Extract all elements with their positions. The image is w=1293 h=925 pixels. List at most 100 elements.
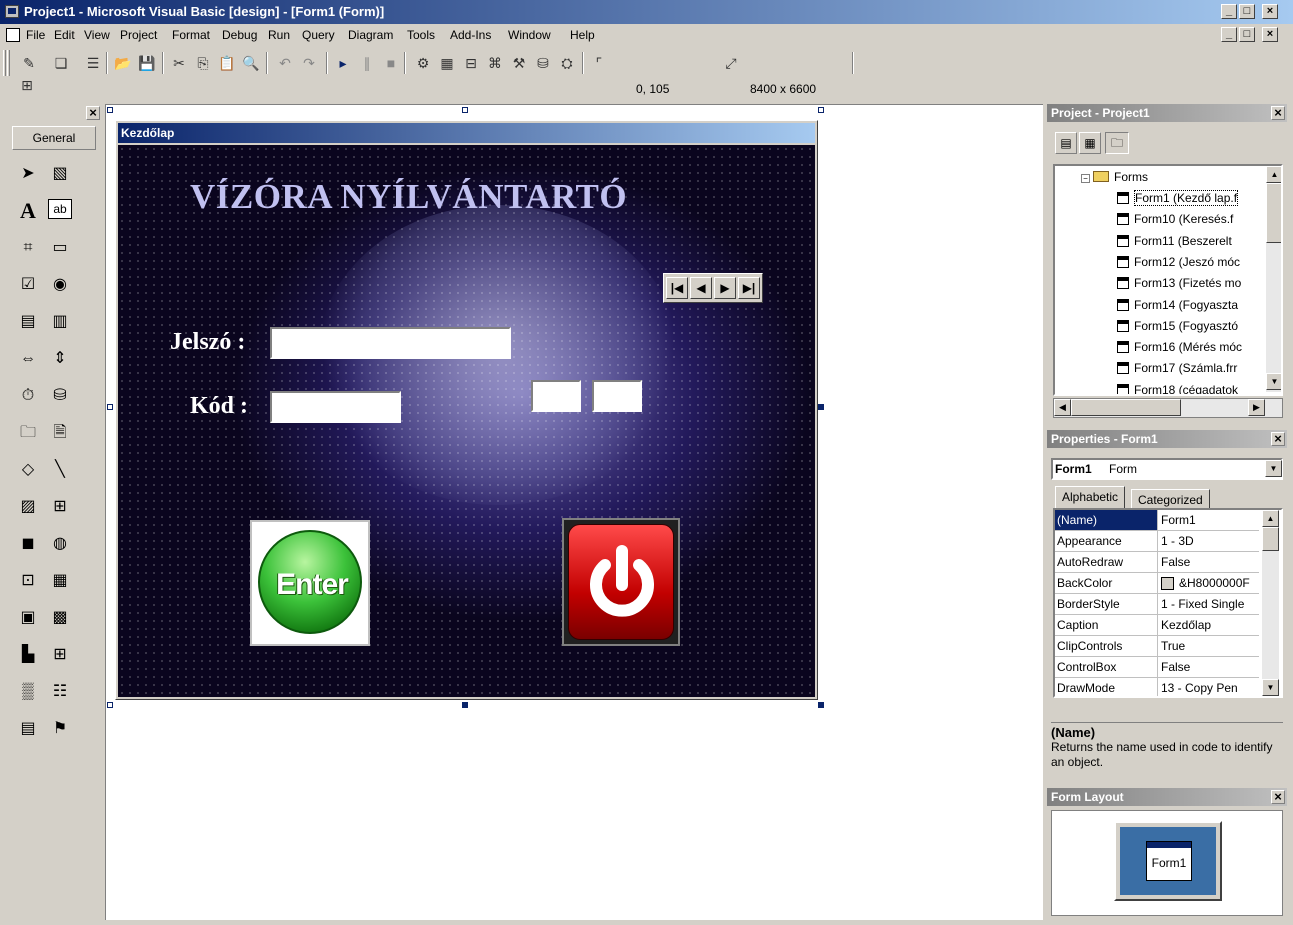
menu-view[interactable]: View <box>84 28 110 42</box>
property-row[interactable]: AutoRedraw False <box>1055 552 1259 573</box>
add-project-icon[interactable]: ✎ <box>20 54 38 72</box>
menu-editor-icon[interactable]: ☰ <box>84 54 102 72</box>
resize-handle[interactable] <box>818 404 824 410</box>
scroll-right-button[interactable]: ▶ <box>1248 399 1265 416</box>
menu-diagram[interactable]: Diagram <box>348 28 393 42</box>
menu-tools[interactable]: Tools <box>407 28 435 42</box>
collapse-icon[interactable]: − <box>1081 174 1090 183</box>
textbox-icon[interactable]: ab <box>48 199 72 219</box>
toolbar-grip[interactable] <box>3 50 6 76</box>
properties-panel-close-button[interactable]: × <box>1271 432 1285 446</box>
paste-icon[interactable]: 📋 <box>218 54 236 72</box>
project-panel-close-button[interactable]: × <box>1271 106 1285 120</box>
adodc-icon[interactable]: ⊡ <box>16 569 40 593</box>
treeview-icon[interactable]: ⚑ <box>48 717 72 741</box>
form-layout-close-button[interactable]: × <box>1271 790 1285 804</box>
form-layout-icon[interactable]: ⊟ <box>462 54 480 72</box>
menu-window[interactable]: Window <box>508 28 551 42</box>
code-textbox[interactable] <box>270 391 401 423</box>
object-browser-icon[interactable]: ⌘ <box>486 54 504 72</box>
menu-help[interactable]: Help <box>570 28 595 42</box>
picturebox-icon[interactable]: ▧ <box>48 162 72 186</box>
menu-format[interactable]: Format <box>172 28 210 42</box>
dtpicker-icon[interactable]: ▒ <box>16 680 40 704</box>
component-manager-icon[interactable]: ⛭ <box>558 54 576 72</box>
object-selector[interactable]: Form1 Form ▼ <box>1051 458 1283 480</box>
scroll-up-button[interactable]: ▲ <box>1262 510 1279 527</box>
property-row[interactable]: Caption Kezdőlap <box>1055 615 1259 636</box>
document-icon[interactable] <box>6 28 20 42</box>
exit-button[interactable] <box>562 518 680 646</box>
tree-item-form[interactable]: Form1 (Kezdő lap.f <box>1117 190 1239 206</box>
nav-last-button[interactable]: ▶| <box>738 277 760 299</box>
property-value[interactable]: &H8000000F <box>1179 576 1275 590</box>
tree-item-form[interactable]: Form16 (Mérés móc <box>1117 340 1242 354</box>
data-view-icon[interactable]: ⛁ <box>534 54 552 72</box>
small-textbox-1[interactable] <box>531 380 581 412</box>
chevron-down-icon[interactable]: ▼ <box>1265 460 1282 477</box>
scroll-left-button[interactable]: ◀ <box>1054 399 1071 416</box>
mschart-icon[interactable]: ▙ <box>16 643 40 667</box>
frame-icon[interactable]: ⌗ <box>16 236 40 260</box>
redo-icon[interactable]: ↷ <box>300 54 318 72</box>
property-value[interactable]: Form1 <box>1161 513 1257 527</box>
hscroll-thumb[interactable] <box>1071 399 1181 416</box>
mdi-close-button[interactable]: × <box>1262 27 1278 42</box>
add-form-icon[interactable]: ❏ <box>52 54 70 72</box>
scroll-down-button[interactable]: ▼ <box>1262 679 1279 696</box>
property-vscrollbar[interactable]: ▲ ▼ <box>1262 510 1279 696</box>
restore-button[interactable]: □ <box>1239 4 1255 19</box>
properties-window-icon[interactable]: ▦ <box>438 54 456 72</box>
property-row[interactable]: DrawMode 13 - Copy Pen <box>1055 678 1259 696</box>
password-textbox[interactable] <box>270 327 511 359</box>
listbox-icon[interactable]: ▥ <box>48 310 72 334</box>
property-value[interactable]: False <box>1161 660 1257 674</box>
label-icon[interactable]: A <box>16 199 40 223</box>
menu-addins[interactable]: Add-Ins <box>450 28 491 42</box>
property-value[interactable]: Kezdőlap <box>1161 618 1257 632</box>
webbrowser-icon[interactable]: ◍ <box>48 532 72 556</box>
property-value[interactable]: 1 - 3D <box>1161 534 1257 548</box>
dirlistbox-icon[interactable]: 🗀 <box>16 421 40 445</box>
add-project-icon[interactable]: ⊞ <box>18 76 36 94</box>
tree-item-form[interactable]: Form10 (Keresés.f <box>1117 212 1233 226</box>
nav-first-button[interactable]: |◀ <box>666 277 688 299</box>
datagrid-icon[interactable]: ▦ <box>48 569 72 593</box>
menu-file[interactable]: File <box>26 28 45 42</box>
datacombo-icon[interactable]: ▣ <box>16 606 40 630</box>
tree-item-form[interactable]: Form18 (cégadatok <box>1117 383 1238 394</box>
checkbox-icon[interactable]: ☑ <box>16 273 40 297</box>
image-icon[interactable]: ▨ <box>16 495 40 519</box>
scroll-down-button[interactable]: ▼ <box>1266 373 1281 390</box>
property-value[interactable]: 13 - Copy Pen <box>1161 681 1257 695</box>
ole-icon[interactable]: ◼ <box>16 532 40 556</box>
tree-item-form[interactable]: Form12 (Jeszó móc <box>1117 255 1240 269</box>
monthview-icon[interactable]: ☷ <box>48 680 72 704</box>
msflexgrid-icon[interactable]: ⊞ <box>48 643 72 667</box>
datalist-icon[interactable]: ▩ <box>48 606 72 630</box>
combobox-icon[interactable]: ▤ <box>16 310 40 334</box>
commandbutton-icon[interactable]: ▭ <box>48 236 72 260</box>
menu-project[interactable]: Project <box>120 28 157 42</box>
data-icon[interactable]: ⊞ <box>48 495 72 519</box>
open-project-icon[interactable]: 📂 <box>114 54 132 72</box>
find-icon[interactable]: 🔍 <box>242 54 260 72</box>
property-row[interactable]: ClipControls True <box>1055 636 1259 657</box>
menu-run[interactable]: Run <box>268 28 290 42</box>
toggle-folders-icon[interactable]: 🗀 <box>1105 132 1129 154</box>
property-value[interactable]: False <box>1161 555 1257 569</box>
resize-handle[interactable] <box>462 702 468 708</box>
toolbox-icon[interactable]: ⚒ <box>510 54 528 72</box>
property-value[interactable]: 1 - Fixed Single <box>1161 597 1257 611</box>
tab-alphabetic[interactable]: Alphabetic <box>1055 486 1126 510</box>
resize-handle[interactable] <box>818 702 824 708</box>
end-icon[interactable]: ■ <box>382 54 400 72</box>
imagelist-icon[interactable]: ▤ <box>16 717 40 741</box>
toolbar-grip[interactable] <box>7 50 10 76</box>
minimize-button[interactable]: _ <box>1221 4 1237 19</box>
filelistbox-icon[interactable]: 🗎 <box>48 421 72 445</box>
shape-icon[interactable]: ◇ <box>16 458 40 482</box>
close-button[interactable]: × <box>1262 4 1278 19</box>
start-icon[interactable]: ▸ <box>334 54 352 72</box>
optionbutton-icon[interactable]: ◉ <box>48 273 72 297</box>
